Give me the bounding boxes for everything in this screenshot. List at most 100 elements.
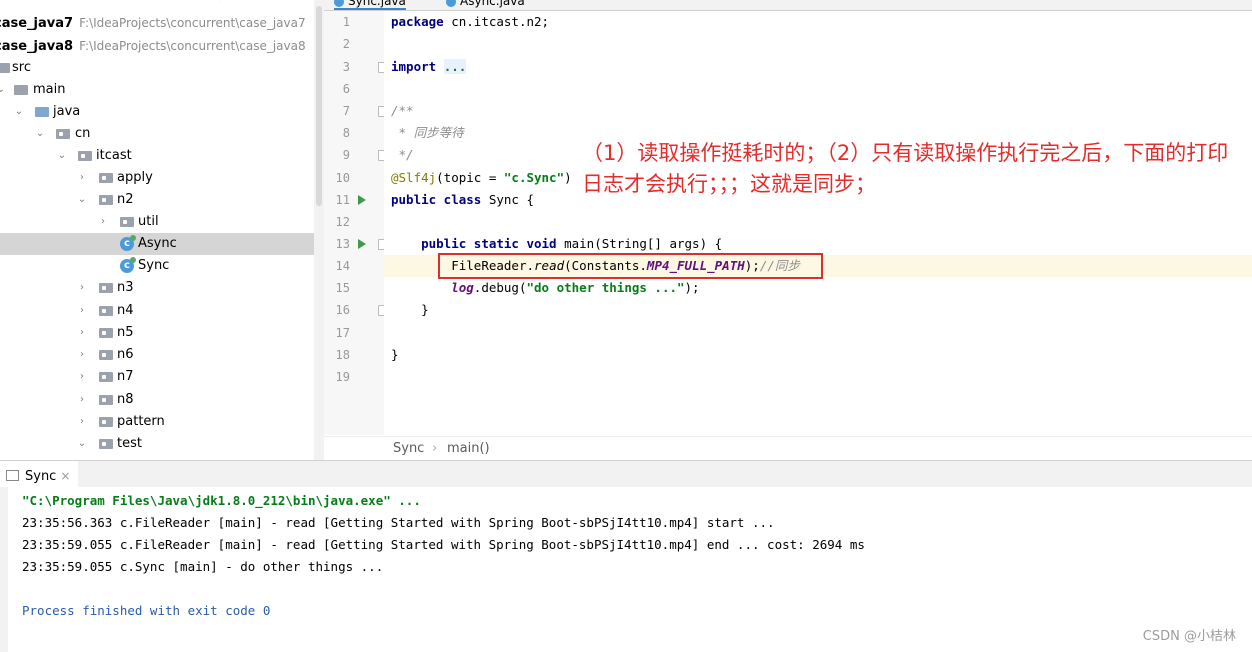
source-folder-icon [35, 107, 49, 117]
scrollbar-thumb[interactable] [316, 6, 322, 206]
chevron-down-icon[interactable]: ⌄ [35, 123, 45, 145]
chevron-right-icon[interactable]: › [77, 300, 87, 322]
breadcrumb-separator: › [432, 441, 438, 456]
chevron-down-icon[interactable]: ⌄ [14, 101, 24, 123]
settings-icon[interactable]: ✱ [278, 0, 290, 2]
string: "do other things ..." [526, 280, 685, 295]
chevron-right-icon[interactable]: › [77, 366, 87, 388]
package-icon [120, 217, 134, 227]
project-scrollbar[interactable] [314, 0, 324, 460]
tree-item-java[interactable]: ⌄ java [0, 101, 314, 123]
package-icon [99, 417, 113, 427]
project-tool-window: ject ⊕ ⇡ ✱ case_java7 F:\IdeaProjects\con… [0, 0, 314, 460]
package-icon [99, 328, 113, 338]
tab-async-java[interactable]: Async.java [446, 0, 525, 8]
module-name: case_java7 [0, 16, 74, 31]
string: "c.Sync" [503, 170, 565, 185]
line-number: 19 [335, 370, 350, 384]
code-line: * 同步等待 [391, 125, 464, 140]
chevron-right-icon[interactable]: › [77, 411, 87, 433]
run-class-icon[interactable] [358, 195, 366, 205]
project-toolbar: ject ⊕ ⇡ ✱ [0, 0, 314, 6]
line-number: 13 [335, 237, 350, 251]
chevron-down-icon[interactable]: ⌄ [0, 79, 6, 101]
tree-label: util [138, 214, 159, 229]
keyword: public static void [421, 236, 557, 251]
code-line: log.debug("do other things ..."); [391, 277, 700, 299]
code-text: (topic = [436, 170, 504, 185]
tree-item-n8[interactable]: › n8 [0, 389, 314, 411]
chevron-right-icon[interactable]: › [77, 167, 87, 189]
tree-item-n2[interactable]: ⌄ n2 [0, 189, 314, 211]
tree-item-apply[interactable]: › apply [0, 167, 314, 189]
code-line: @Slf4j(topic = "c.Sync") [391, 167, 572, 189]
tree-item-cn[interactable]: ⌄ cn [0, 123, 314, 145]
line-number: 8 [342, 126, 350, 140]
tree-item-src[interactable]: src [0, 57, 314, 79]
tree-label: n4 [117, 303, 134, 318]
breadcrumb: Sync › main() [324, 436, 1252, 461]
tree-item-async[interactable]: c Async [0, 233, 314, 255]
class-icon: c [120, 235, 136, 251]
tree-item-n6[interactable]: › n6 [0, 344, 314, 366]
run-main-icon[interactable] [358, 239, 366, 249]
chevron-down-icon[interactable]: ⌄ [57, 145, 67, 167]
module-path: F:\IdeaProjects\concurrent\case_java7 [79, 16, 306, 30]
tree-label: test [117, 436, 142, 451]
tab-sync-java[interactable]: Sync.java [334, 0, 406, 10]
tree-item-util[interactable]: › util [0, 211, 314, 233]
line-number: 18 [335, 348, 350, 362]
chevron-right-icon[interactable]: › [98, 211, 108, 233]
folder-icon [14, 85, 28, 95]
tree-item-sync[interactable]: c Sync [0, 255, 314, 277]
chevron-right-icon[interactable]: › [77, 322, 87, 344]
tree-item-itcast[interactable]: ⌄ itcast [0, 145, 314, 167]
tree-item-n3[interactable]: › n3 [0, 277, 314, 299]
collapse-icon[interactable]: ⇡ [245, 0, 257, 2]
console-line: Process finished with exit code 0 [22, 603, 271, 618]
code-line: import ... [391, 56, 467, 78]
code-editor[interactable]: package cn.itcast.n2; import ... /** * 同… [384, 11, 1252, 435]
tree-item-case-java7[interactable]: case_java7 F:\IdeaProjects\concurrent\cas… [0, 12, 314, 34]
breadcrumb-class[interactable]: Sync [393, 441, 424, 456]
console-output[interactable]: "C:\Program Files\Java\jdk1.8.0_212\bin\… [8, 487, 1252, 652]
chevron-right-icon[interactable]: › [77, 389, 87, 411]
close-icon[interactable]: × [60, 469, 70, 483]
locate-icon[interactable]: ⊕ [215, 0, 227, 2]
code-line: /** [391, 103, 414, 118]
highlight-box [438, 253, 823, 279]
console-line: 23:35:56.363 c.FileReader [main] - read … [22, 515, 775, 530]
chevron-right-icon[interactable]: › [77, 344, 87, 366]
line-number: 16 [335, 303, 350, 317]
run-tab-sync[interactable]: Sync × [0, 461, 79, 488]
package-icon [99, 439, 113, 449]
package-icon [99, 350, 113, 360]
tree-item-test[interactable]: ⌄ test [0, 433, 314, 455]
class-icon [334, 0, 344, 7]
tree-item-case-java8[interactable]: case_java8 F:\IdeaProjects\concurrent\cas… [0, 35, 314, 57]
project-title[interactable]: ject [0, 0, 20, 4]
folded-imports[interactable]: ... [443, 59, 467, 74]
chevron-down-icon[interactable]: ⌄ [77, 189, 87, 211]
tree-item-n7[interactable]: › n7 [0, 366, 314, 388]
line-number: 10 [335, 171, 350, 185]
editor-tabs: Sync.java Async.java [324, 0, 1252, 11]
code-text: ); [684, 280, 700, 295]
code-line: public class Sync { [391, 189, 534, 211]
tree-item-pattern[interactable]: › pattern [0, 411, 314, 433]
tree-item-n4[interactable]: › n4 [0, 300, 314, 322]
tree-item-n5[interactable]: › n5 [0, 322, 314, 344]
code-line: package cn.itcast.n2; [391, 11, 549, 33]
package-icon [99, 195, 113, 205]
tree-label: main [33, 82, 66, 97]
line-number: 2 [342, 37, 350, 51]
tree-label: cn [75, 126, 91, 141]
chevron-down-icon[interactable]: ⌄ [77, 433, 87, 455]
breadcrumb-method[interactable]: main() [447, 441, 490, 456]
annotation-text: （1）读取操作挺耗时的；（2）只有读取操作执行完之后，下面的打印日志才会执行；；… [582, 141, 1229, 196]
code-text: Sync { [481, 192, 534, 207]
chevron-right-icon[interactable]: › [77, 277, 87, 299]
tree-item-main[interactable]: ⌄ main [0, 79, 314, 101]
run-toolbar: Sync × [0, 460, 1252, 488]
package-icon [99, 173, 113, 183]
